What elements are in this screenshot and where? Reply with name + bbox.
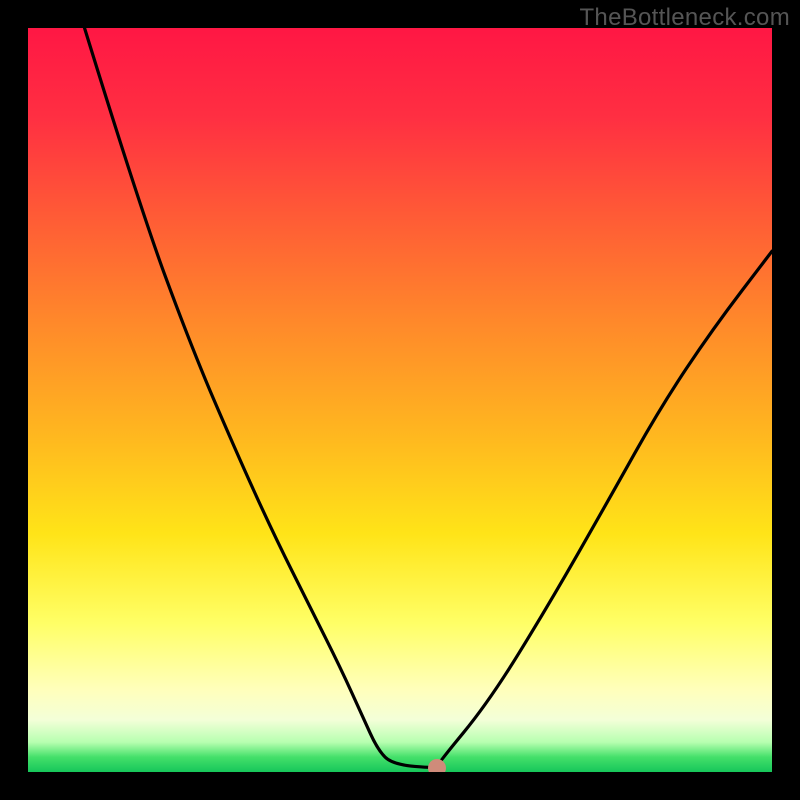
watermark-text: TheBottleneck.com (579, 4, 790, 32)
minimum-marker (428, 759, 446, 772)
chart-frame: TheBottleneck.com (0, 0, 800, 800)
plot-area (28, 28, 772, 772)
curve-layer (28, 28, 772, 772)
bottleneck-curve (85, 28, 772, 767)
